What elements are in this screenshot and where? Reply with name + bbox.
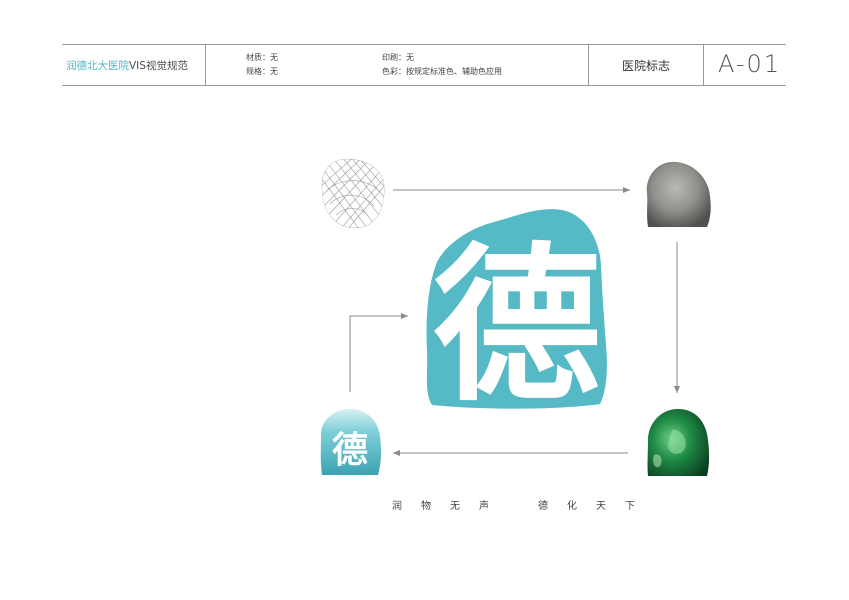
arrow-up-right: [349, 313, 408, 392]
glass-logo-icon: 德: [320, 408, 382, 475]
grey-stone-icon: [646, 161, 711, 227]
slogan-left: 润物无声: [392, 501, 508, 512]
main-logo: 德: [426, 209, 607, 424]
logo-glyph: 德: [433, 226, 601, 424]
jade-stone-icon: [647, 408, 710, 476]
line-stone-icon: [321, 158, 385, 228]
glass-logo-glyph: 德: [332, 429, 368, 471]
slogan-right: 德化天下: [538, 501, 654, 512]
